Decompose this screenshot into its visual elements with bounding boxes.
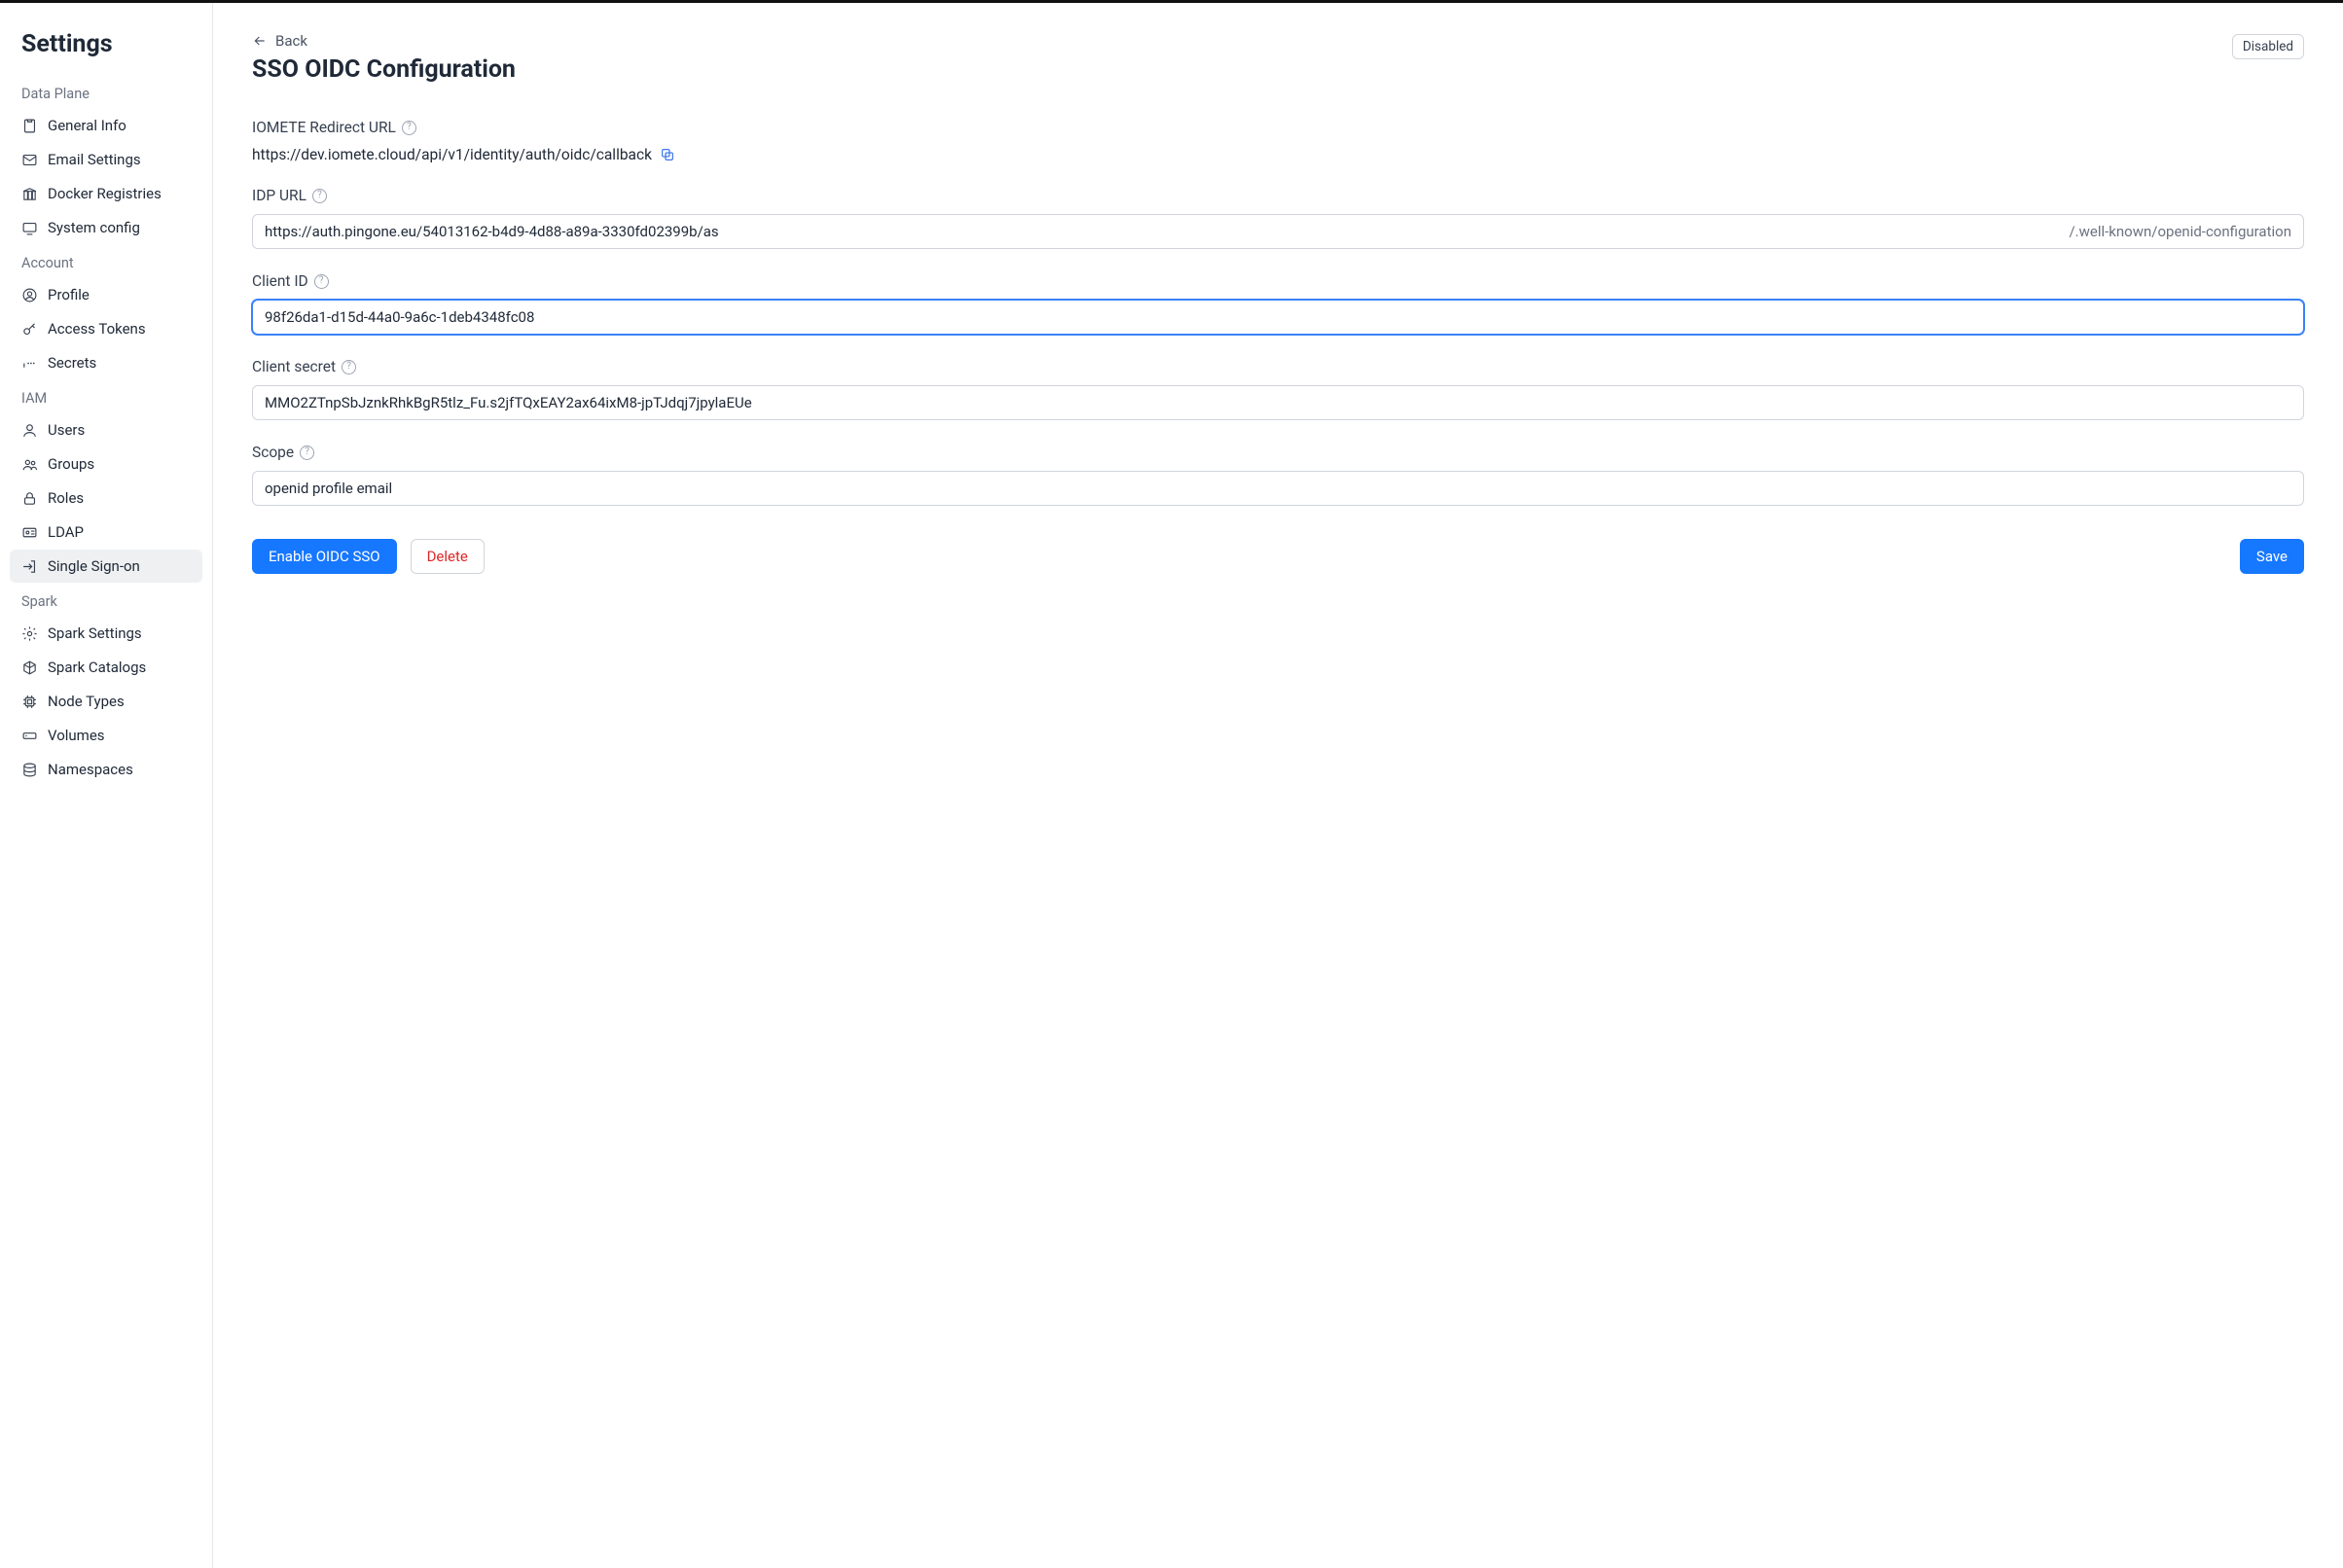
sidebar-item-roles[interactable]: Roles bbox=[10, 481, 202, 515]
scope-input[interactable] bbox=[252, 471, 2304, 506]
users-icon bbox=[21, 456, 38, 473]
mail-icon bbox=[21, 152, 38, 168]
idp-url-input[interactable] bbox=[253, 215, 2057, 248]
client-secret-label: Client secret bbox=[252, 358, 336, 375]
help-icon[interactable]: ? bbox=[402, 121, 416, 135]
main-content: Back SSO OIDC Configuration Disabled IOM… bbox=[213, 3, 2343, 1568]
sidebar-item-profile[interactable]: Profile bbox=[10, 278, 202, 311]
sidebar-section-iam: IAM bbox=[10, 380, 202, 412]
database-icon bbox=[21, 762, 38, 778]
sidebar-item-label: Spark Settings bbox=[48, 624, 142, 642]
help-icon[interactable]: ? bbox=[314, 274, 329, 289]
sidebar-item-label: Profile bbox=[48, 286, 90, 303]
sidebar-item-node-types[interactable]: Node Types bbox=[10, 685, 202, 718]
login-icon bbox=[21, 558, 38, 575]
sidebar-item-label: Single Sign-on bbox=[48, 557, 140, 575]
arrow-left-icon bbox=[252, 33, 268, 49]
id-card-icon bbox=[21, 524, 38, 541]
sidebar-item-label: Node Types bbox=[48, 693, 125, 710]
sidebar-item-label: Docker Registries bbox=[48, 185, 162, 202]
cube-icon bbox=[21, 659, 38, 676]
sidebar-item-secrets[interactable]: Secrets bbox=[10, 346, 202, 379]
page-title: SSO OIDC Configuration bbox=[252, 55, 516, 84]
sidebar-item-label: Namespaces bbox=[48, 761, 133, 778]
sidebar-section-spark: Spark bbox=[10, 584, 202, 616]
client-id-input[interactable] bbox=[252, 300, 2304, 335]
sidebar-item-single-sign-on[interactable]: Single Sign-on bbox=[10, 550, 202, 583]
copy-icon[interactable] bbox=[660, 147, 675, 162]
help-icon[interactable]: ? bbox=[300, 445, 314, 460]
sidebar-section-account: Account bbox=[10, 245, 202, 277]
user-circle-icon bbox=[21, 287, 38, 303]
cpu-icon bbox=[21, 694, 38, 710]
client-secret-input[interactable] bbox=[252, 385, 2304, 420]
sidebar-item-label: Volumes bbox=[48, 727, 105, 744]
key-icon bbox=[21, 321, 38, 338]
client-id-label: Client ID bbox=[252, 272, 308, 290]
sidebar-item-system-config[interactable]: System config bbox=[10, 211, 202, 244]
sidebar-item-label: Secrets bbox=[48, 354, 96, 372]
scope-label: Scope bbox=[252, 444, 294, 461]
status-badge: Disabled bbox=[2232, 34, 2304, 59]
sidebar-item-label: Email Settings bbox=[48, 151, 141, 168]
help-icon[interactable]: ? bbox=[342, 360, 356, 374]
back-link[interactable]: Back bbox=[252, 32, 307, 50]
redirect-url-label: IOMETE Redirect URL bbox=[252, 119, 396, 136]
sidebar-title: Settings bbox=[10, 22, 202, 76]
sidebar-item-ldap[interactable]: LDAP bbox=[10, 516, 202, 549]
sidebar-item-label: System config bbox=[48, 219, 140, 236]
sidebar-item-spark-settings[interactable]: Spark Settings bbox=[10, 617, 202, 650]
sidebar-item-groups[interactable]: Groups bbox=[10, 447, 202, 481]
monitor-icon bbox=[21, 220, 38, 236]
sidebar-item-label: Users bbox=[48, 421, 85, 439]
help-icon[interactable]: ? bbox=[312, 189, 327, 203]
user-icon bbox=[21, 422, 38, 439]
lock-icon bbox=[21, 490, 38, 507]
delete-button[interactable]: Delete bbox=[411, 539, 485, 574]
registry-icon bbox=[21, 186, 38, 202]
gear-icon bbox=[21, 625, 38, 642]
sidebar: Settings Data Plane General Info Email S… bbox=[0, 3, 213, 1568]
sidebar-item-email-settings[interactable]: Email Settings bbox=[10, 143, 202, 176]
redirect-url-value: https://dev.iomete.cloud/api/v1/identity… bbox=[252, 146, 652, 163]
sidebar-item-users[interactable]: Users bbox=[10, 413, 202, 446]
sidebar-item-spark-catalogs[interactable]: Spark Catalogs bbox=[10, 651, 202, 684]
password-icon bbox=[21, 355, 38, 372]
save-button[interactable]: Save bbox=[2240, 539, 2304, 574]
sidebar-item-label: Access Tokens bbox=[48, 320, 146, 338]
idp-url-suffix: /.well-known/openid-configuration bbox=[2057, 215, 2303, 248]
sidebar-item-label: General Info bbox=[48, 117, 126, 134]
sidebar-item-docker-registries[interactable]: Docker Registries bbox=[10, 177, 202, 210]
document-icon bbox=[21, 118, 38, 134]
sidebar-item-label: Roles bbox=[48, 489, 84, 507]
sidebar-item-general-info[interactable]: General Info bbox=[10, 109, 202, 142]
idp-url-label: IDP URL bbox=[252, 187, 306, 204]
idp-url-field-wrap: /.well-known/openid-configuration bbox=[252, 214, 2304, 249]
sidebar-item-label: Spark Catalogs bbox=[48, 659, 146, 676]
disk-icon bbox=[21, 728, 38, 744]
sidebar-item-access-tokens[interactable]: Access Tokens bbox=[10, 312, 202, 345]
sidebar-item-label: Groups bbox=[48, 455, 94, 473]
sidebar-section-data-plane: Data Plane bbox=[10, 76, 202, 108]
back-label: Back bbox=[275, 32, 307, 50]
sidebar-item-namespaces[interactable]: Namespaces bbox=[10, 753, 202, 786]
enable-oidc-button[interactable]: Enable OIDC SSO bbox=[252, 539, 397, 574]
sidebar-item-volumes[interactable]: Volumes bbox=[10, 719, 202, 752]
sidebar-item-label: LDAP bbox=[48, 523, 84, 541]
